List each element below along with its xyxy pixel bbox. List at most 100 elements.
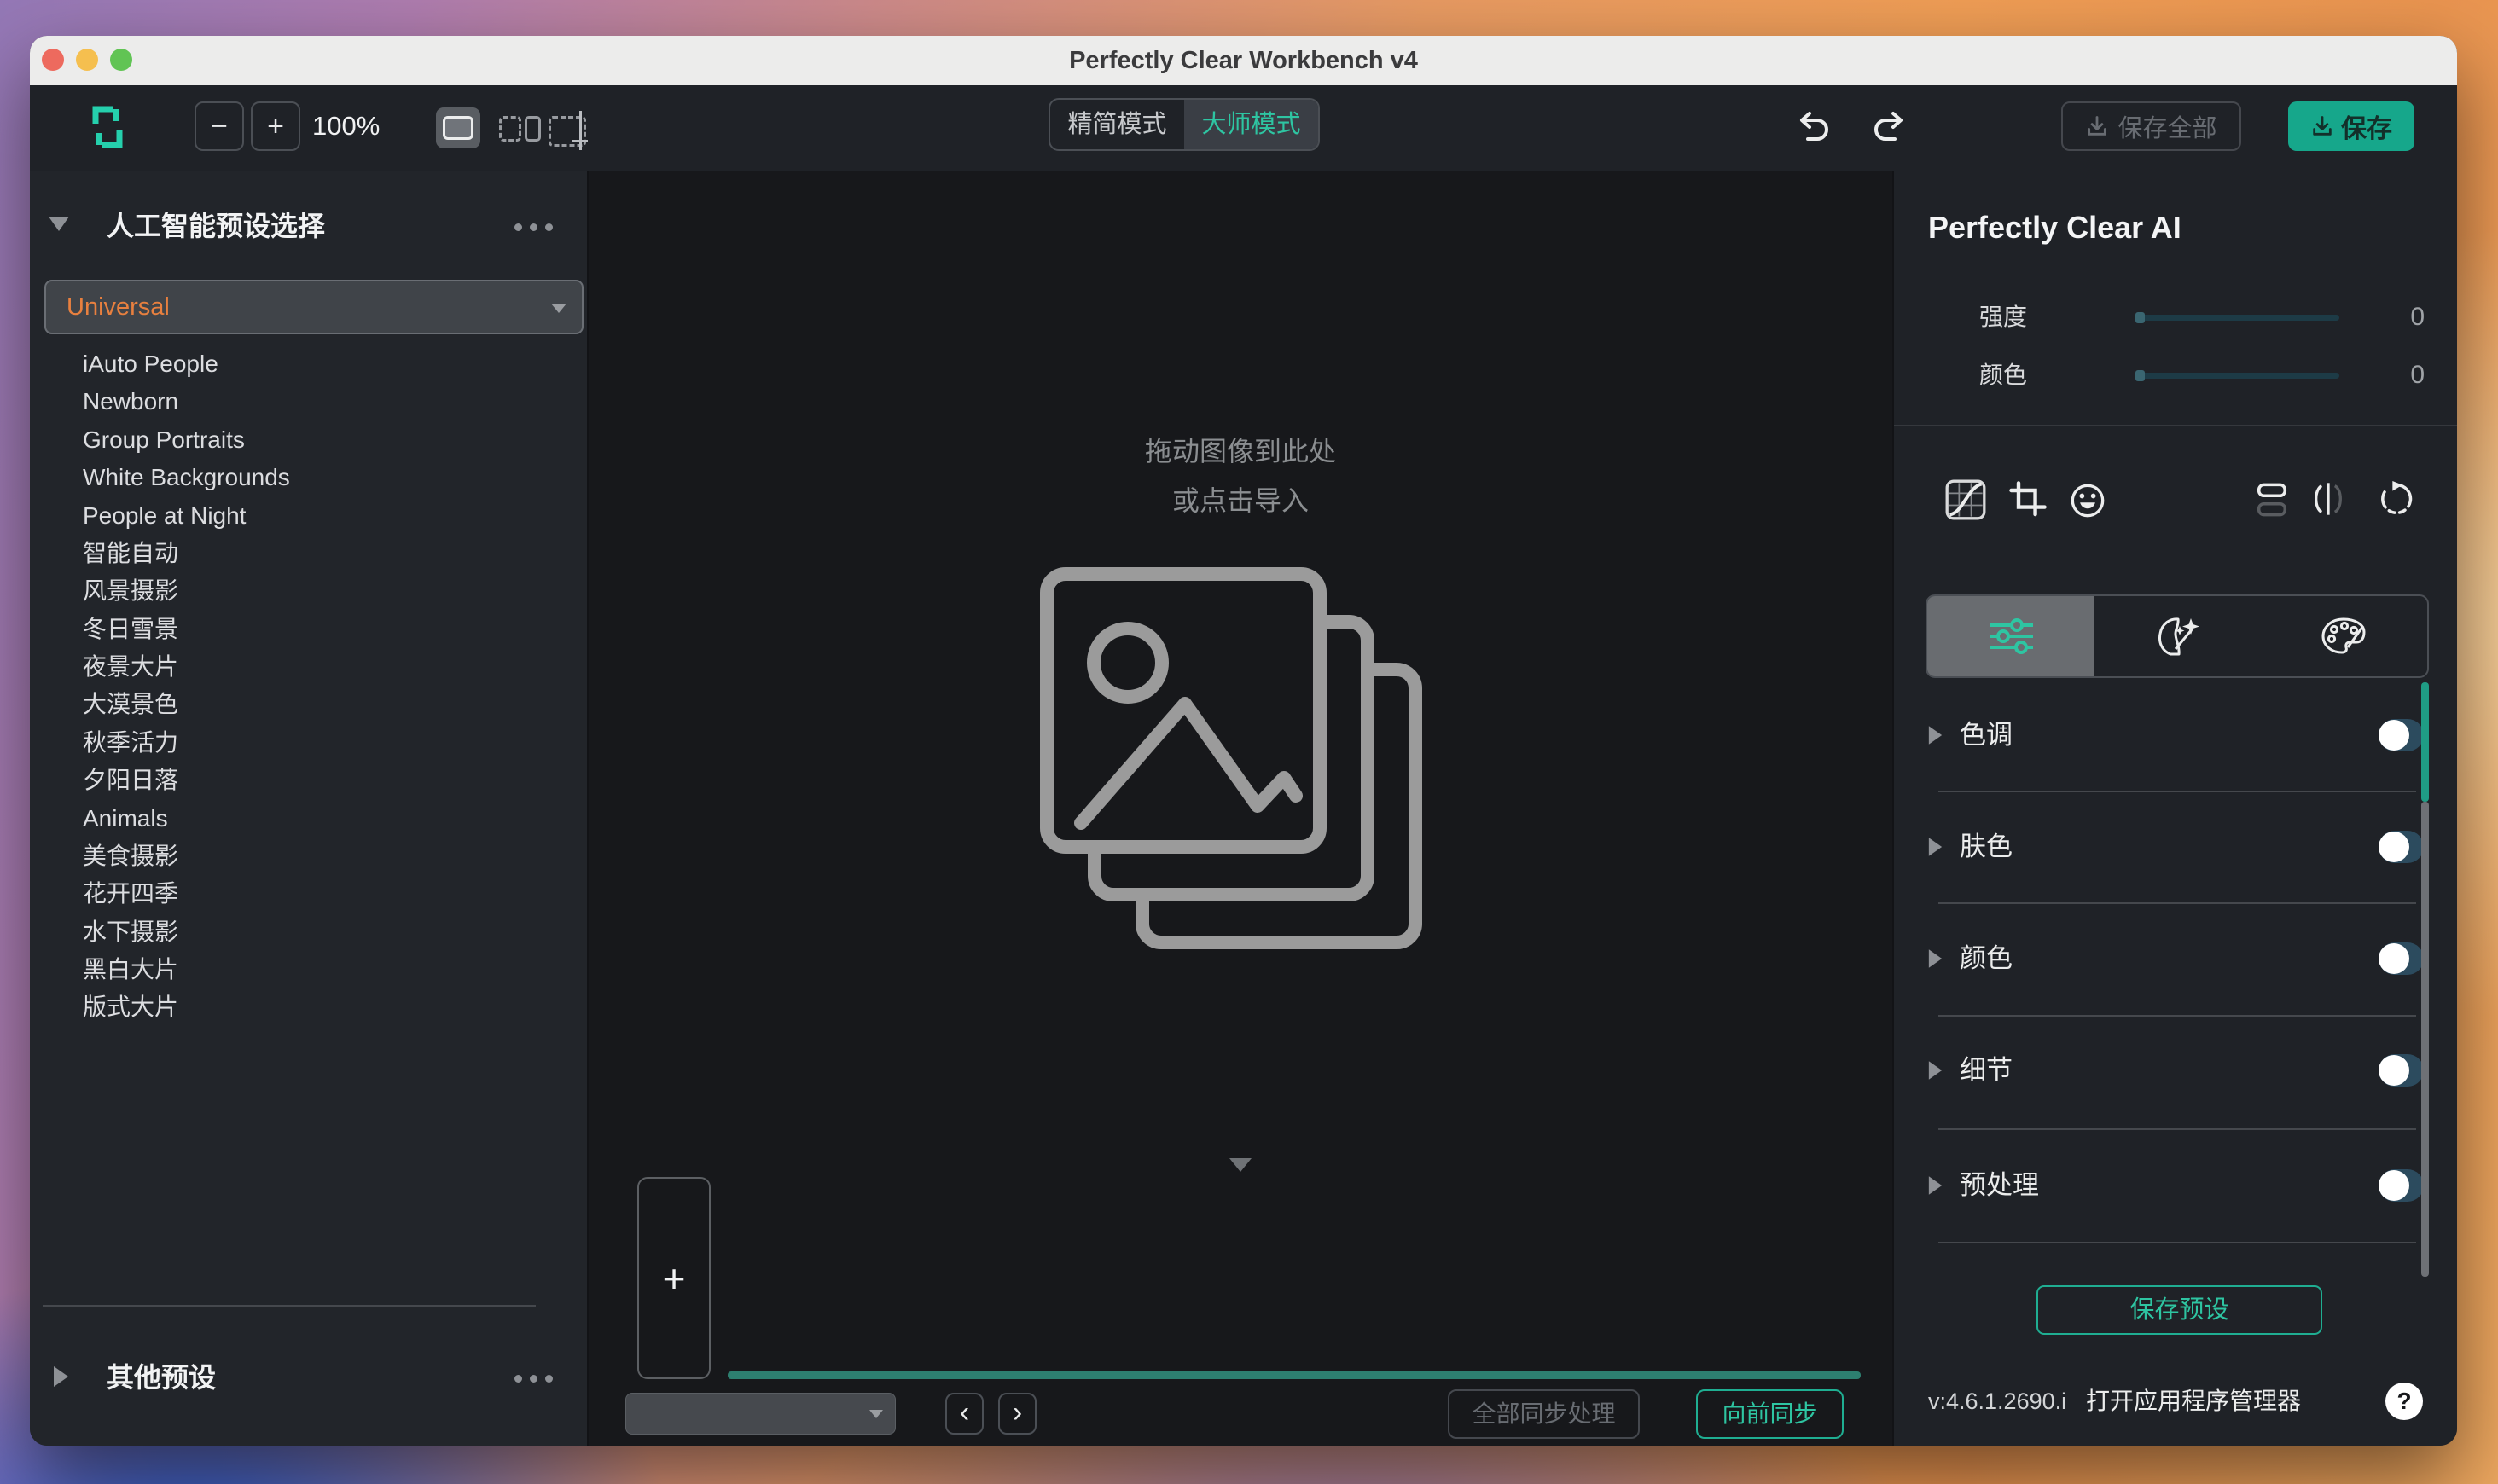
- rotate-button[interactable]: [2379, 481, 2414, 517]
- zoom-out-button[interactable]: −: [195, 101, 244, 151]
- preset-item[interactable]: 花开四季: [83, 877, 178, 911]
- strength-value: 0: [2410, 303, 2425, 331]
- preset-item[interactable]: 版式大片: [83, 990, 178, 1024]
- preset-item[interactable]: iAuto People: [83, 347, 218, 381]
- collapse-triangle-icon[interactable]: [49, 217, 69, 231]
- expand-triangle-icon[interactable]: [1928, 949, 1943, 968]
- filmstrip-scrollbar[interactable]: [728, 1371, 1861, 1379]
- expand-triangle-icon[interactable]: [1928, 726, 1943, 745]
- strength-label: 强度: [1979, 304, 2028, 330]
- expand-triangle-icon[interactable]: [1928, 1176, 1943, 1195]
- other-presets-menu-button[interactable]: [514, 1375, 553, 1383]
- undo-button[interactable]: [1794, 109, 1832, 147]
- single-view-icon: [443, 116, 473, 140]
- section-label: 肤色: [1960, 832, 2013, 861]
- image-stack-icon: [1040, 567, 1441, 977]
- panel-title: Perfectly Clear AI: [1928, 210, 2181, 245]
- filmstrip-sort-dropdown[interactable]: [625, 1393, 896, 1435]
- slider-handle[interactable]: [2135, 370, 2145, 381]
- skin-toggle[interactable]: [2379, 831, 2424, 863]
- chevron-down-icon: [869, 1410, 883, 1418]
- download-icon: [2088, 116, 2107, 136]
- preset-item[interactable]: 美食摄影: [83, 839, 178, 873]
- add-image-button[interactable]: +: [637, 1177, 711, 1379]
- zoom-level-label: 100%: [312, 111, 381, 141]
- previous-image-button[interactable]: ‹: [945, 1393, 984, 1435]
- open-app-manager-link[interactable]: 打开应用程序管理器: [2086, 1380, 2301, 1423]
- drop-hint-line1: 拖动图像到此处: [1144, 436, 1336, 467]
- color-toggle[interactable]: [2379, 942, 2424, 975]
- preset-item[interactable]: 水下摄影: [83, 915, 178, 949]
- app-window: Perfectly Clear Workbench v4 − + 100% 精简…: [30, 36, 2457, 1446]
- ai-presets-header: 人工智能预设选择: [30, 205, 587, 247]
- preset-item[interactable]: Newborn: [83, 385, 178, 419]
- split-view-icon: [499, 116, 521, 142]
- crop-button[interactable]: [2009, 481, 2047, 519]
- section-detail: 细节: [1894, 1050, 2457, 1091]
- tone-toggle[interactable]: [2379, 719, 2424, 751]
- preset-item[interactable]: 夜景大片: [83, 650, 178, 684]
- split-view-button[interactable]: [499, 116, 542, 142]
- sync-all-button[interactable]: 全部同步处理: [1448, 1389, 1640, 1439]
- save-all-button[interactable]: 保存全部: [2061, 101, 2241, 151]
- app-logo-icon: [90, 105, 125, 149]
- zoom-in-button[interactable]: +: [251, 101, 300, 151]
- slider-handle[interactable]: [2135, 312, 2145, 323]
- section-divider: [1938, 791, 2416, 792]
- curves-button[interactable]: [1945, 479, 1986, 520]
- main-toolbar: − + 100% 精简模式 大师模式 保存全部 保存: [30, 85, 2457, 171]
- flip-horizontal-button[interactable]: [2309, 481, 2347, 517]
- panel-scrollbar-thumb[interactable]: [2421, 802, 2429, 1277]
- save-preset-button[interactable]: 保存预设: [2036, 1285, 2322, 1335]
- presets-menu-button[interactable]: [514, 223, 553, 231]
- section-label: 细节: [1960, 1055, 2013, 1085]
- face-smiley-button[interactable]: [2070, 483, 2106, 519]
- image-drop-zone[interactable]: 拖动图像到此处 或点击导入 + ‹ › 全部同步处理 向前同步: [589, 171, 1892, 1446]
- preset-item[interactable]: People at Night: [83, 499, 246, 533]
- tab-face-retouch[interactable]: [2094, 596, 2260, 676]
- preset-item[interactable]: Group Portraits: [83, 423, 245, 457]
- compare-view-button[interactable]: [549, 111, 593, 150]
- tab-basic-adjustments[interactable]: [1927, 596, 2094, 676]
- help-button[interactable]: ?: [2385, 1383, 2423, 1420]
- mode-toggle: 精简模式 大师模式: [1049, 98, 1320, 151]
- preset-item[interactable]: White Backgrounds: [83, 461, 290, 495]
- flip-vertical-button[interactable]: [2257, 483, 2287, 517]
- preset-item[interactable]: Animals: [83, 802, 168, 836]
- drop-hint-line2: 或点击导入: [1171, 485, 1309, 516]
- color-slider-row: 颜色 0: [1894, 355, 2457, 396]
- other-presets-title: 其他预设: [107, 1362, 217, 1393]
- preset-item[interactable]: 冬日雪景: [83, 612, 178, 646]
- detail-toggle[interactable]: [2379, 1054, 2424, 1087]
- preprocess-toggle[interactable]: [2379, 1169, 2424, 1202]
- section-divider: [1938, 1242, 2416, 1243]
- strength-slider[interactable]: [2135, 312, 2339, 323]
- mode-master-tab[interactable]: 大师模式: [1184, 100, 1318, 149]
- next-image-button[interactable]: ›: [998, 1393, 1037, 1435]
- presets-sidebar: 人工智能预设选择 Universal iAuto People Newborn …: [30, 171, 589, 1446]
- download-icon: [2313, 116, 2332, 136]
- filmstrip-collapse-triangle[interactable]: [1229, 1158, 1252, 1172]
- preset-item[interactable]: 黑白大片: [83, 953, 178, 987]
- save-button[interactable]: 保存: [2288, 101, 2414, 151]
- expand-triangle-icon[interactable]: [1928, 1061, 1943, 1080]
- tab-color-palette[interactable]: [2261, 596, 2427, 676]
- expand-triangle-icon[interactable]: [1928, 838, 1943, 856]
- preset-item[interactable]: 风景摄影: [83, 574, 178, 608]
- window-title: Perfectly Clear Workbench v4: [1069, 47, 1418, 74]
- color-slider[interactable]: [2135, 370, 2339, 381]
- single-view-button[interactable]: [436, 107, 480, 148]
- panel-scrollbar-accent[interactable]: [2421, 682, 2429, 802]
- redo-button[interactable]: [1871, 109, 1908, 147]
- preset-item[interactable]: 夕阳日落: [83, 763, 178, 797]
- expand-triangle-icon[interactable]: [54, 1366, 68, 1387]
- preset-item[interactable]: 智能自动: [83, 536, 178, 571]
- mode-simple-tab[interactable]: 精简模式: [1050, 100, 1184, 149]
- section-label: 色调: [1960, 720, 2013, 750]
- preset-group-dropdown[interactable]: Universal: [44, 280, 584, 334]
- preset-item[interactable]: 大漠景色: [83, 687, 178, 722]
- preset-item[interactable]: 秋季活力: [83, 726, 178, 760]
- sync-forward-button[interactable]: 向前同步: [1696, 1389, 1844, 1439]
- save-label: 保存: [2341, 115, 2392, 143]
- section-tone: 色调: [1894, 715, 2457, 756]
